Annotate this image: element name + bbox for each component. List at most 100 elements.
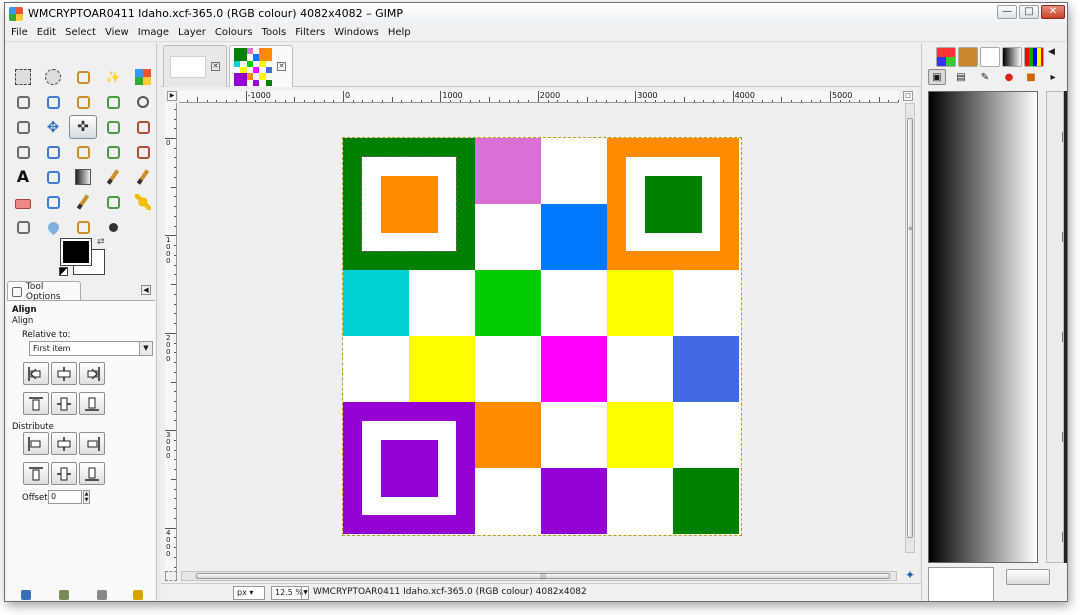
tool-button-free-select[interactable] — [69, 65, 97, 89]
tool-button-rect-select[interactable] — [9, 65, 37, 89]
align-right-edge-button[interactable] — [79, 362, 105, 385]
tool-button-move[interactable]: ✥ — [39, 115, 67, 139]
chevron-down-icon[interactable]: ▼ — [301, 586, 309, 600]
tool-button-foreground-select[interactable] — [39, 90, 67, 114]
tool-button-smudge[interactable] — [69, 215, 97, 239]
distribute-center-button[interactable] — [51, 432, 77, 455]
tool-button-blur[interactable] — [39, 215, 67, 239]
menu-windows[interactable]: Windows — [334, 27, 379, 38]
close-icon[interactable]: ✕ — [211, 62, 220, 71]
edit-brush-button[interactable] — [1006, 569, 1050, 585]
tool-button-color-picker[interactable] — [99, 90, 127, 114]
align-top-edge-button[interactable] — [23, 392, 49, 415]
tool-button-cage[interactable] — [129, 140, 157, 164]
tool-button-measure[interactable] — [9, 115, 37, 139]
navigate-icon[interactable]: ✦ — [905, 569, 917, 581]
ruler-corner-menu-icon[interactable]: ▶ — [167, 91, 177, 101]
tool-button-select-by-color[interactable] — [129, 65, 157, 89]
tool-button-bucket-fill[interactable] — [39, 165, 67, 189]
menu-colours[interactable]: Colours — [215, 27, 253, 38]
menu-edit[interactable]: Edit — [37, 27, 56, 38]
patterns-tab-icon[interactable] — [936, 47, 956, 67]
tool-button-clone[interactable] — [99, 190, 127, 214]
default-colors-icon[interactable] — [59, 267, 68, 276]
zoom-to-fit-icon[interactable]: □ — [903, 91, 913, 101]
unit-select[interactable]: px ▾ — [233, 586, 265, 600]
patterns-icon[interactable]: ■ — [1022, 69, 1040, 85]
restore-options-icon[interactable] — [59, 590, 69, 600]
palettes-tab-icon[interactable] — [1024, 47, 1044, 67]
brush-preview[interactable] — [928, 567, 994, 601]
dock-menu-icon[interactable]: ◀ — [1048, 47, 1062, 67]
tool-button-flip[interactable] — [99, 140, 127, 164]
menu-layer[interactable]: Layer — [178, 27, 206, 38]
gradient-preview[interactable] — [928, 91, 1038, 563]
dock-menu-icon[interactable]: ◀ — [141, 285, 151, 295]
align-center-button[interactable] — [51, 362, 77, 385]
relative-to-select[interactable]: First item ▼ — [29, 341, 153, 356]
reset-options-icon[interactable] — [133, 590, 143, 600]
tool-button-dodge-burn[interactable] — [99, 215, 127, 239]
image-tab-blank[interactable]: ✕ — [163, 45, 227, 87]
tool-button-eraser[interactable] — [9, 190, 37, 214]
offset-input[interactable]: 0 — [48, 490, 82, 504]
close-icon[interactable]: ✕ — [277, 62, 286, 71]
menu-help[interactable]: Help — [388, 27, 411, 38]
tool-button-crop[interactable] — [99, 115, 127, 139]
menu-select[interactable]: Select — [65, 27, 96, 38]
align-left-edge-button[interactable] — [23, 362, 49, 385]
swap-colors-icon[interactable]: ⇄ — [97, 237, 105, 247]
save-options-icon[interactable] — [21, 590, 31, 600]
minimize-button[interactable]: — — [997, 5, 1017, 19]
close-button[interactable]: ✕ — [1041, 5, 1065, 19]
tool-button-perspective-clone[interactable] — [9, 215, 37, 239]
offset-spinner[interactable]: ▲ ▼ — [83, 490, 90, 504]
tool-button-perspective[interactable] — [69, 140, 97, 164]
tool-button-pencil[interactable] — [99, 165, 127, 189]
fonts-tab-icon[interactable] — [958, 47, 978, 67]
distribute-left-button[interactable] — [23, 432, 49, 455]
tool-button-text[interactable]: A — [9, 165, 37, 189]
vertical-ruler[interactable]: 0 1000 2000 3000 4000 — [165, 103, 177, 571]
tool-button-blend[interactable] — [69, 165, 97, 189]
horizontal-scrollbar[interactable]: ||| — [181, 571, 897, 581]
more-tabs-icon[interactable]: ▸ — [1044, 69, 1062, 85]
distribute-middle-button[interactable] — [51, 462, 77, 485]
align-middle-button[interactable] — [51, 392, 77, 415]
menu-file[interactable]: File — [11, 27, 28, 38]
maximize-button[interactable]: □ — [1019, 5, 1039, 19]
align-bottom-edge-button[interactable] — [79, 392, 105, 415]
image-canvas[interactable] — [342, 137, 742, 536]
menu-image[interactable]: Image — [138, 27, 169, 38]
brushes-tab-icon[interactable] — [980, 47, 1000, 67]
tool-button-fuzzy-select[interactable]: ✨ — [99, 65, 127, 89]
vertical-scrollbar[interactable]: ≡ — [905, 103, 915, 553]
distribute-bottom-button[interactable] — [79, 462, 105, 485]
quick-mask-toggle[interactable] — [165, 571, 177, 581]
scrollbar-thumb[interactable]: ≡ — [907, 118, 913, 538]
horizontal-ruler[interactable]: -1000 0 1000 2000 3000 4000 5000 — [179, 91, 899, 103]
paintbrush-icon[interactable]: ✎ — [976, 69, 994, 85]
tool-button-scissors-select[interactable] — [9, 90, 37, 114]
foreground-color-swatch[interactable] — [60, 238, 92, 266]
tool-button-airbrush[interactable] — [39, 190, 67, 214]
distribute-right-button[interactable] — [79, 432, 105, 455]
menu-tools[interactable]: Tools — [262, 27, 287, 38]
tool-button-paintbrush[interactable] — [129, 165, 157, 189]
image-tab-qr[interactable]: ✕ — [229, 45, 293, 87]
dock-scrollbar[interactable] — [1046, 91, 1064, 563]
color-wheel-icon[interactable]: ● — [1000, 69, 1018, 85]
delete-options-icon[interactable] — [97, 590, 107, 600]
distribute-top-button[interactable] — [23, 462, 49, 485]
tool-button-ellipse-select[interactable] — [39, 65, 67, 89]
tool-button-heal[interactable] — [129, 190, 157, 214]
tool-button-zoom[interactable] — [129, 90, 157, 114]
camera-icon[interactable]: ▣ — [928, 69, 946, 85]
menu-filters[interactable]: Filters — [295, 27, 325, 38]
gradients-tab-icon[interactable] — [1002, 47, 1022, 67]
menu-view[interactable]: View — [105, 27, 129, 38]
tool-button-paths[interactable] — [69, 90, 97, 114]
tab-tool-options[interactable]: Tool Options — [7, 281, 81, 302]
tool-button-ink[interactable] — [69, 190, 97, 214]
tool-button-rotate[interactable] — [129, 115, 157, 139]
